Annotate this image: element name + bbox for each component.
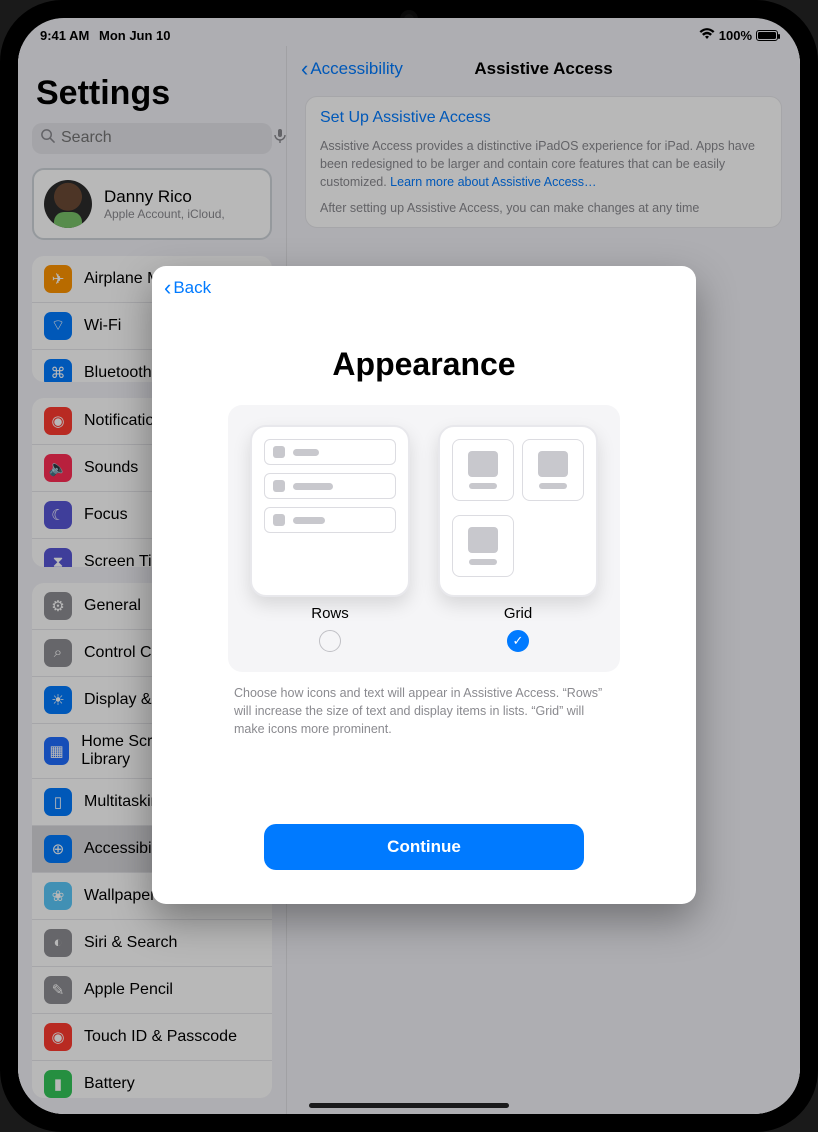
option-grid[interactable]: Grid ✓ [438,425,598,652]
option-rows-label: Rows [311,605,349,622]
rows-preview [250,425,410,597]
option-rows[interactable]: Rows [250,425,410,652]
appearance-sheet: ‹ Back Appearance Rows [152,266,696,904]
option-rows-radio[interactable] [319,630,341,652]
sheet-title: Appearance [332,346,515,383]
continue-button[interactable]: Continue [264,824,584,870]
appearance-options: Rows Grid ✓ [228,405,620,672]
option-grid-label: Grid [504,605,532,622]
sheet-back-button[interactable]: ‹ Back [164,277,211,299]
home-indicator[interactable] [309,1103,509,1108]
checkmark-icon: ✓ [513,633,524,649]
option-grid-radio[interactable]: ✓ [507,630,529,652]
chevron-left-icon: ‹ [164,277,171,299]
grid-preview [438,425,598,597]
appearance-description: Choose how icons and text will appear in… [228,684,620,738]
